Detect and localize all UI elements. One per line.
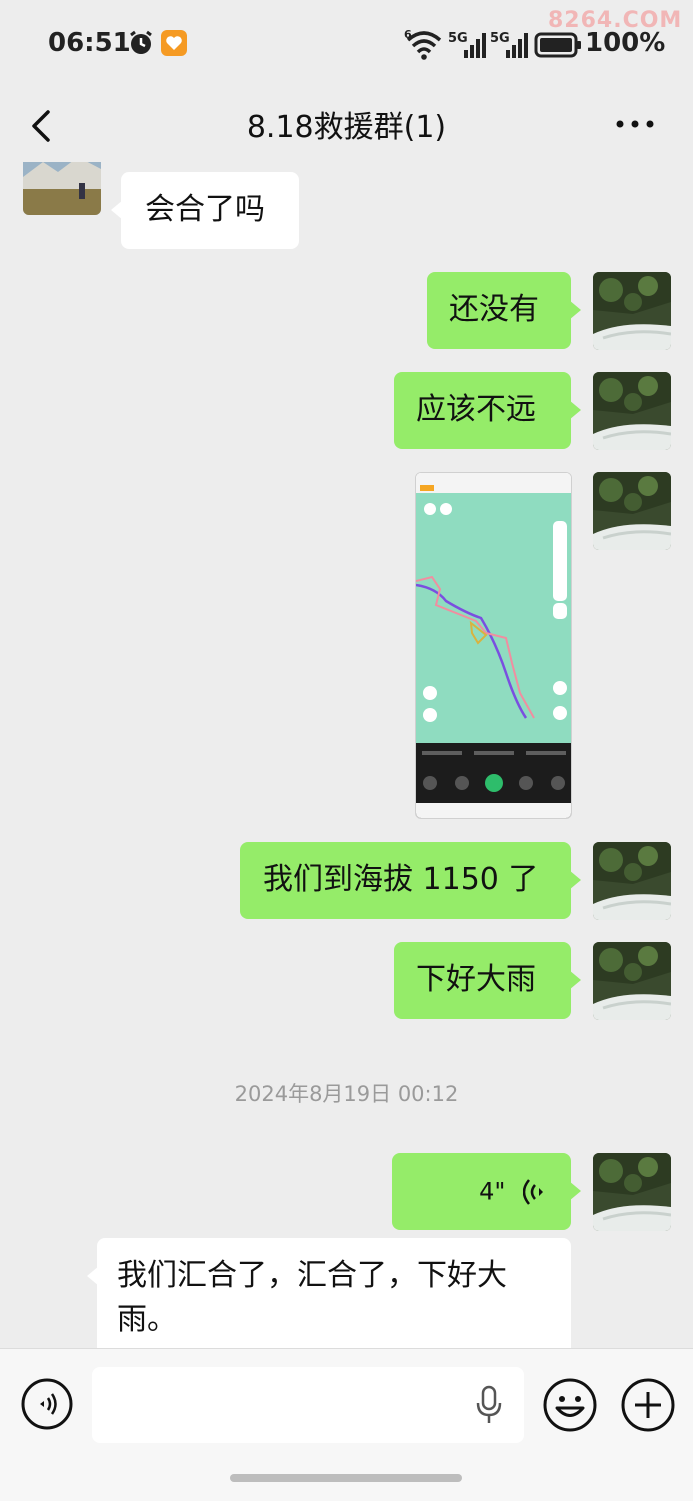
message-text: 下好大雨 [416, 962, 536, 997]
cellular-signal-icon-1: 5G [448, 31, 486, 58]
chat-header: 8.18救援群(1) [0, 90, 693, 162]
battery-icon [534, 32, 581, 58]
message-timestamp: 2024年8月19日 00:12 [234, 1082, 459, 1106]
voice-input-toggle-icon[interactable] [20, 1377, 74, 1431]
my-avatar[interactable] [593, 372, 671, 450]
battery-percentage: 100% [585, 28, 666, 58]
wifi-icon: 6 [404, 28, 442, 60]
message-text: 我们到海拔 1150 了 [263, 862, 539, 897]
my-avatar[interactable] [593, 1153, 671, 1231]
message-bubble-sent[interactable]: 还没有 [427, 272, 581, 349]
add-more-icon[interactable] [620, 1377, 676, 1433]
map-screenshot-image[interactable] [415, 472, 572, 819]
status-time: 06:51 [48, 28, 131, 58]
message-text: 还没有 [449, 292, 539, 327]
status-bar: 8264.COM 06:51 6 5G 5G 100% [0, 0, 693, 90]
message-text: 我们汇合了，汇合了，下好大雨。 [117, 1258, 507, 1337]
svg-text:6: 6 [404, 28, 412, 41]
microphone-icon[interactable] [474, 1385, 504, 1425]
sender-avatar[interactable] [23, 162, 101, 215]
my-avatar[interactable] [593, 272, 671, 350]
svg-text:5G: 5G [490, 31, 510, 46]
more-options-icon[interactable] [614, 112, 656, 136]
signal-icons: 6 5G 5G [404, 28, 581, 60]
message-input[interactable] [92, 1367, 524, 1443]
home-indicator[interactable] [230, 1474, 462, 1482]
app-notification-icon [161, 30, 187, 56]
my-avatar[interactable] [593, 942, 671, 1020]
message-bubble-sent[interactable]: 我们到海拔 1150 了 [240, 842, 581, 919]
my-avatar[interactable] [593, 842, 671, 920]
emoji-icon[interactable] [542, 1377, 598, 1433]
my-avatar[interactable] [593, 472, 671, 550]
message-list[interactable]: 会合了吗 还没有 应该不远 我们到海拔 1150 了 下好大雨 2024年8月1… [0, 162, 693, 1348]
cellular-signal-icon-2: 5G [490, 31, 528, 58]
chat-title: 8.18救援群(1) [246, 110, 447, 145]
message-bubble-received[interactable]: 会合了吗 [111, 172, 299, 249]
svg-text:5G: 5G [448, 31, 468, 46]
alarm-icon [130, 30, 152, 54]
message-bubble-received[interactable]: 我们汇合了，汇合了，下好大雨。 [87, 1238, 571, 1348]
voice-wave-icon [522, 1178, 543, 1205]
input-bar [0, 1348, 693, 1501]
message-text: 会合了吗 [145, 192, 265, 227]
message-bubble-sent[interactable]: 应该不远 [394, 372, 581, 449]
message-bubble-sent[interactable]: 下好大雨 [394, 942, 581, 1019]
voice-duration: 4" [479, 1177, 506, 1206]
message-text: 应该不远 [416, 392, 536, 427]
voice-message-bubble[interactable]: 4" [392, 1153, 581, 1230]
